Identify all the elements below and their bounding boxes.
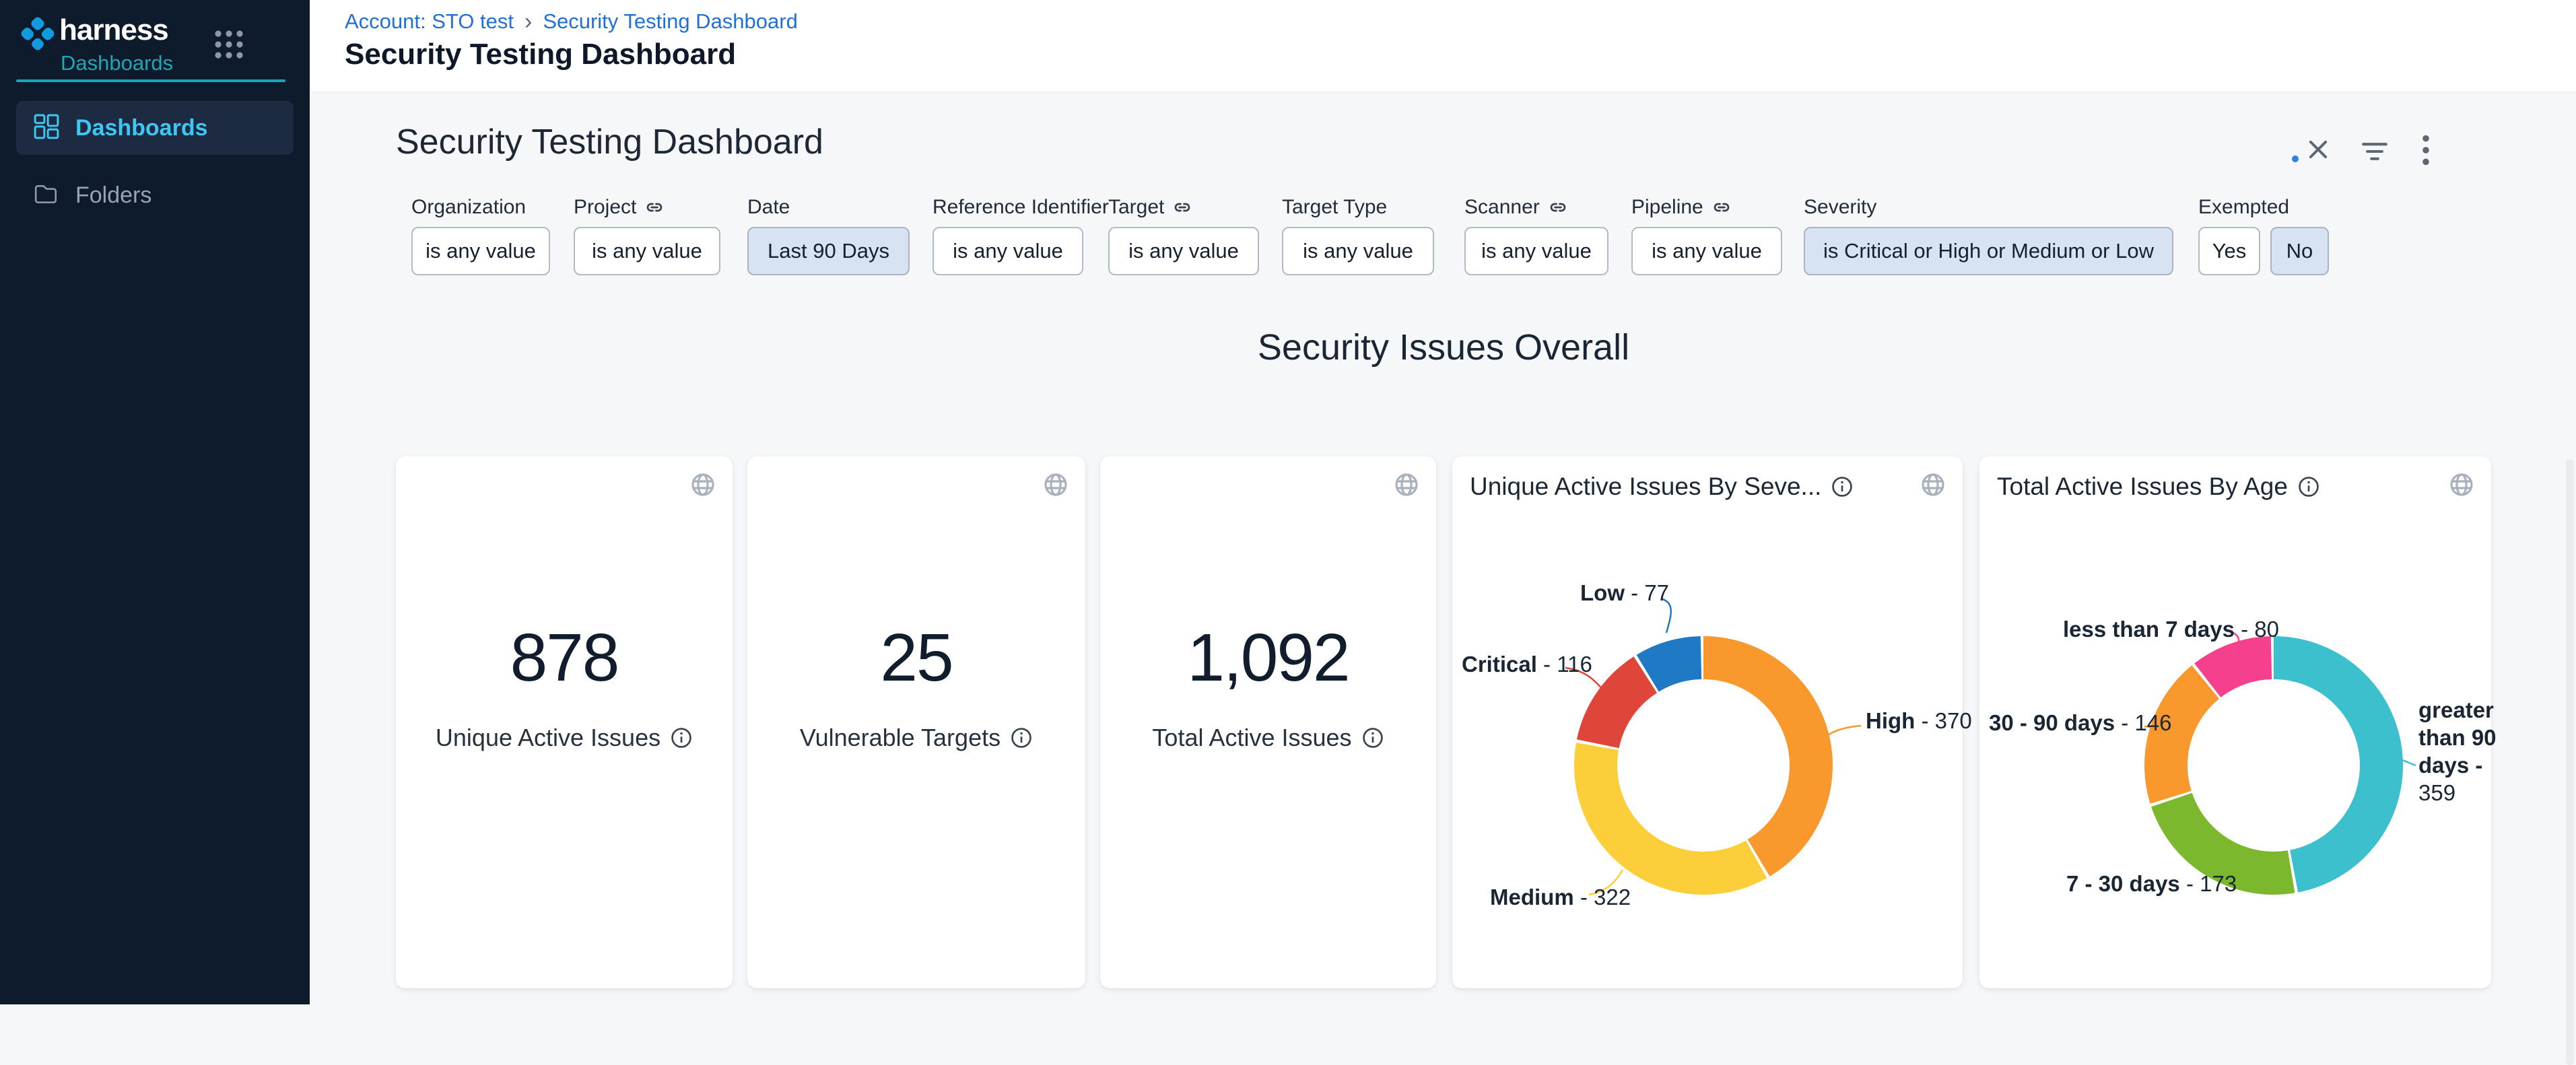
chart-label-critical: Critical - 116 (1462, 652, 1592, 677)
dashboards-icon (34, 114, 59, 143)
filter-label-exempted: Exempted (2198, 196, 2289, 219)
chart-label-medium: Medium - 322 (1490, 885, 1631, 910)
chart-label-less-than-7-days: less than 7 days - 80 (2063, 617, 2279, 642)
filter-chip-severity[interactable]: is Critical or High or Medium or Low (1804, 227, 2173, 275)
filter-label-reference-identifier: Reference Identifier (933, 196, 1109, 219)
vertical-scrollbar[interactable] (2566, 459, 2574, 1065)
kebab-menu-icon[interactable] (2421, 134, 2431, 170)
link-icon (1172, 197, 1192, 217)
exempted-yes-button[interactable]: Yes (2198, 227, 2260, 275)
dashboard-title: Security Testing Dashboard (396, 122, 823, 162)
stat-tile-vulnerable-targets: 25 Vulnerable Targets (747, 456, 1085, 988)
sidebar-item-label: Folders (75, 182, 151, 209)
breadcrumb-separator-icon: › (514, 11, 543, 32)
exempted-no-button[interactable]: No (2270, 227, 2329, 275)
app-grid-icon[interactable] (213, 28, 245, 61)
sidebar-item-dashboards[interactable]: Dashboards (16, 101, 294, 155)
filter-label-target: Target (1108, 196, 1192, 219)
chart-label-30-90-days: 30 - 90 days - 146 (1989, 710, 2172, 736)
harness-logo-icon (20, 16, 55, 51)
filter-label-organization: Organization (411, 196, 526, 219)
link-icon (1711, 197, 1732, 217)
top-header: Account: STO test › Security Testing Das… (310, 0, 2576, 92)
section-heading: Security Issues Overall (396, 327, 2491, 368)
breadcrumb-account-link[interactable]: Account: STO test (345, 9, 514, 34)
logo-text: harness (59, 13, 168, 47)
stat-tile-total-active-issues: 1,092 Total Active Issues (1100, 456, 1436, 988)
filter-chip-organization[interactable]: is any value (411, 227, 550, 275)
sidebar-accent-divider (16, 79, 285, 82)
filter-chip-scanner[interactable]: is any value (1464, 227, 1608, 275)
cursor-dot (2292, 156, 2299, 162)
filter-label-target-type: Target Type (1282, 196, 1387, 219)
filter-icon[interactable] (2361, 139, 2389, 167)
sidebar-item-label: Dashboards (75, 115, 208, 141)
filter-label-severity: Severity (1804, 196, 1876, 219)
stat-value: 1,092 (1187, 619, 1349, 697)
close-icon[interactable] (2304, 135, 2332, 167)
stat-label: Unique Active Issues (436, 724, 693, 752)
filter-label-project: Project (574, 196, 665, 219)
link-icon (644, 197, 665, 217)
stat-label: Total Active Issues (1152, 724, 1384, 752)
sidebar-item-folders[interactable]: Folders (16, 168, 294, 222)
filter-chip-date[interactable]: Last 90 Days (747, 227, 910, 275)
folder-icon (34, 181, 59, 210)
filter-chip-pipeline[interactable]: is any value (1631, 227, 1782, 275)
sidebar: harness Dashboards Dashboards (0, 0, 310, 1004)
breadcrumb-current-link[interactable]: Security Testing Dashboard (543, 9, 798, 34)
filter-label-date: Date (747, 196, 790, 219)
stat-value: 25 (880, 619, 952, 697)
chart-label-greater-than-90-days: greater than 90 days - 359 (2418, 696, 2513, 806)
stat-label: Vulnerable Targets (800, 724, 1033, 752)
filter-chip-target[interactable]: is any value (1108, 227, 1259, 275)
filter-chip-project[interactable]: is any value (574, 227, 720, 275)
info-icon[interactable] (670, 726, 693, 749)
stat-tile-unique-active-issues: 878 Unique Active Issues (396, 456, 733, 988)
stat-value: 878 (510, 619, 619, 697)
info-icon[interactable] (1361, 726, 1384, 749)
filter-label-scanner: Scanner (1464, 196, 1568, 219)
link-icon (1548, 197, 1568, 217)
breadcrumb: Account: STO test › Security Testing Das… (345, 9, 798, 34)
chart-label-low: Low - 77 (1580, 580, 1669, 606)
filter-chip-reference-identifier[interactable]: is any value (933, 227, 1083, 275)
page-title: Security Testing Dashboard (345, 38, 736, 71)
filter-chip-target-type[interactable]: is any value (1282, 227, 1434, 275)
chart-label-high: High - 370 (1866, 708, 1972, 734)
logo-subtitle: Dashboards (61, 51, 173, 75)
chart-card-issues-by-age: Total Active Issues By Age less than 7 d… (1979, 456, 2491, 988)
filter-label-pipeline: Pipeline (1631, 196, 1732, 219)
dashboard-canvas: Security Testing Dashboard Organization … (310, 92, 2576, 1004)
chart-card-issues-by-severity: Unique Active Issues By Seve... Low - 77… (1452, 456, 1963, 988)
info-icon[interactable] (1010, 726, 1033, 749)
chart-label-7-30-days: 7 - 30 days - 173 (2066, 871, 2237, 897)
